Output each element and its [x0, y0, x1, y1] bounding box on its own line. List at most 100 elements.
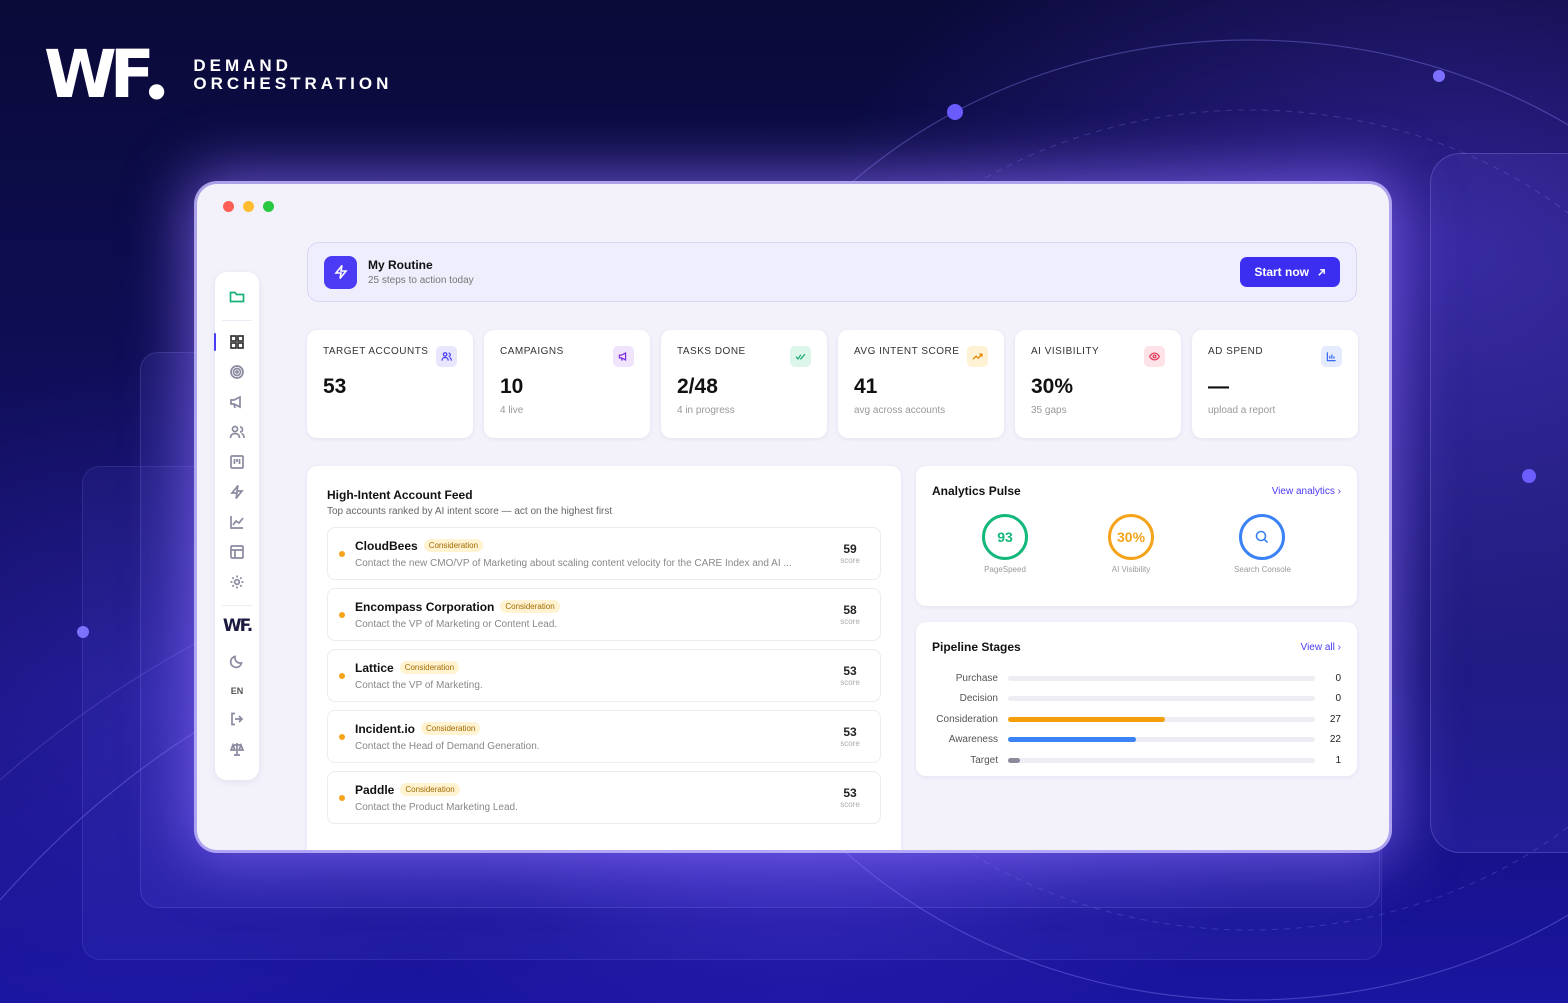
brand-line2: ORCHESTRATION [193, 74, 393, 93]
stage-label: Consideration [936, 713, 998, 725]
feed-row[interactable]: Encompass Corporation Consideration Conta… [327, 588, 881, 641]
gauge-ring: 93 [982, 514, 1028, 560]
dashboard-icon[interactable] [214, 331, 248, 353]
bar-chart-icon [1321, 346, 1342, 367]
status-dot [339, 611, 345, 618]
score: 58 score [830, 603, 870, 626]
pipeline-header: Pipeline Stages View all › [932, 640, 1341, 654]
stage-bar-fill [1008, 737, 1136, 743]
stat-sub: avg across accounts [854, 405, 946, 416]
logout-icon[interactable] [226, 708, 248, 730]
wf-logo[interactable]: WF. [223, 616, 253, 636]
eye-icon [1144, 346, 1165, 367]
brand-text: DEMAND ORCHESTRATION [193, 57, 392, 93]
pipeline-row[interactable]: Target 1 [932, 750, 1341, 771]
stat-value: — [1208, 375, 1229, 398]
stage-label: Target [970, 754, 998, 766]
folder-icon[interactable] [226, 286, 248, 308]
stat-sub: 4 live [500, 405, 524, 416]
chart-line-icon[interactable] [226, 511, 248, 533]
stage-label: Purchase [955, 672, 998, 684]
wf-logo: WF● [44, 36, 166, 113]
stat-sub: 4 in progress [677, 405, 735, 416]
feed-row-main: Paddle Consideration Contact the Product … [355, 783, 830, 813]
bolt-icon[interactable] [226, 481, 248, 503]
gauge[interactable]: 30% AI Visibility [1108, 514, 1155, 574]
pipeline-title: Pipeline Stages [932, 640, 1021, 654]
gauge-ring [1239, 514, 1286, 560]
score-value: 59 [843, 542, 857, 556]
view-analytics-link[interactable]: View analytics › [1272, 486, 1341, 497]
score-label: score [840, 617, 860, 626]
gauge[interactable]: 93 PageSpeed [982, 514, 1028, 574]
window-controls [223, 201, 274, 212]
megaphone-icon[interactable] [226, 391, 248, 413]
feed-row[interactable]: Paddle Consideration Contact the Product … [327, 771, 881, 824]
stat-card: TARGET ACCOUNTS 53 [307, 330, 473, 438]
feed-subtitle: Top accounts ranked by AI intent score —… [327, 506, 613, 517]
board-icon[interactable] [226, 451, 248, 473]
stat-sub: 35 gaps [1031, 405, 1067, 416]
pipeline-row[interactable]: Decision 0 [932, 689, 1341, 710]
account-name: CloudBees [355, 538, 418, 553]
close-dot[interactable] [223, 201, 234, 212]
score-value: 53 [843, 664, 857, 678]
gauge-label: AI Visibility [1111, 565, 1151, 574]
account-action: Contact the new CMO/VP of Marketing abou… [355, 557, 792, 569]
stat-value: 41 [854, 375, 878, 398]
account-name: Lattice [355, 660, 394, 675]
arrow-up-right-icon [1318, 268, 1325, 276]
scale-icon[interactable] [226, 738, 248, 760]
feed-row[interactable]: CloudBees Consideration Contact the new C… [327, 527, 881, 580]
score: 59 score [830, 542, 870, 565]
gauge-label: Search Console [1234, 565, 1291, 574]
moon-icon[interactable] [226, 650, 248, 672]
layout-icon[interactable] [226, 541, 248, 563]
app-window: WF. EN My Routine 25 steps to action tod… [197, 184, 1389, 850]
pipeline-row[interactable]: Purchase 0 [932, 668, 1341, 689]
account-name: Paddle [355, 782, 395, 797]
stage-badge: Consideration [423, 539, 484, 552]
gauges: 93 PageSpeed 30% AI Visibility Search Consol… [932, 514, 1341, 574]
language-toggle[interactable]: EN [231, 686, 244, 696]
stage-bar-track [1008, 716, 1315, 722]
feed-name-row: CloudBees Consideration [355, 539, 830, 553]
trend-icon [967, 346, 988, 367]
score: 53 score [830, 786, 870, 809]
gear-icon[interactable] [226, 571, 248, 593]
start-now-button[interactable]: Start now [1240, 257, 1340, 287]
chevron-right-icon: › [1337, 641, 1341, 653]
feed-row[interactable]: Incident.io Consideration Contact the Hea… [327, 710, 881, 763]
score-value: 58 [843, 603, 857, 617]
users-icon[interactable] [226, 421, 248, 443]
analytics-pulse: Analytics Pulse View analytics › 93 PageS… [916, 466, 1357, 606]
bolt-icon [324, 255, 357, 289]
status-dot [339, 550, 345, 557]
pipeline-row[interactable]: Awareness 22 [932, 730, 1341, 751]
stat-cards: TARGET ACCOUNTS 53 CAMPAIGNS 10 4 live TA… [307, 330, 1358, 438]
account-name: Incident.io [355, 721, 415, 736]
gauge[interactable]: Search Console [1234, 514, 1291, 574]
status-dot [339, 733, 345, 740]
stage-bar-track [1008, 696, 1315, 702]
stage-value: 0 [1335, 672, 1341, 684]
stage-bar-track [1008, 675, 1315, 681]
account-action: Contact the VP of Marketing or Content L… [355, 618, 558, 630]
view-all-link[interactable]: View all › [1301, 642, 1341, 653]
feed-row-main: Incident.io Consideration Contact the Hea… [355, 722, 830, 752]
stage-badge: Consideration [399, 661, 460, 674]
stage-label: Decision [959, 693, 998, 705]
stat-card: AI VISIBILITY 30% 35 gaps [1015, 330, 1181, 438]
score: 53 score [830, 664, 870, 687]
status-dot [339, 794, 345, 801]
target-icon[interactable] [226, 361, 248, 383]
minimize-dot[interactable] [243, 201, 254, 212]
stat-value: 10 [500, 375, 524, 398]
score-label: score [840, 800, 860, 809]
pipeline-row[interactable]: Consideration 27 [932, 709, 1341, 730]
stat-card: CAMPAIGNS 10 4 live [484, 330, 650, 438]
maximize-dot[interactable] [263, 201, 274, 212]
feed-row[interactable]: Lattice Consideration Contact the VP of M… [327, 649, 881, 702]
feed-name-row: Incident.io Consideration [355, 722, 830, 736]
stage-bar-fill [1008, 757, 1021, 763]
